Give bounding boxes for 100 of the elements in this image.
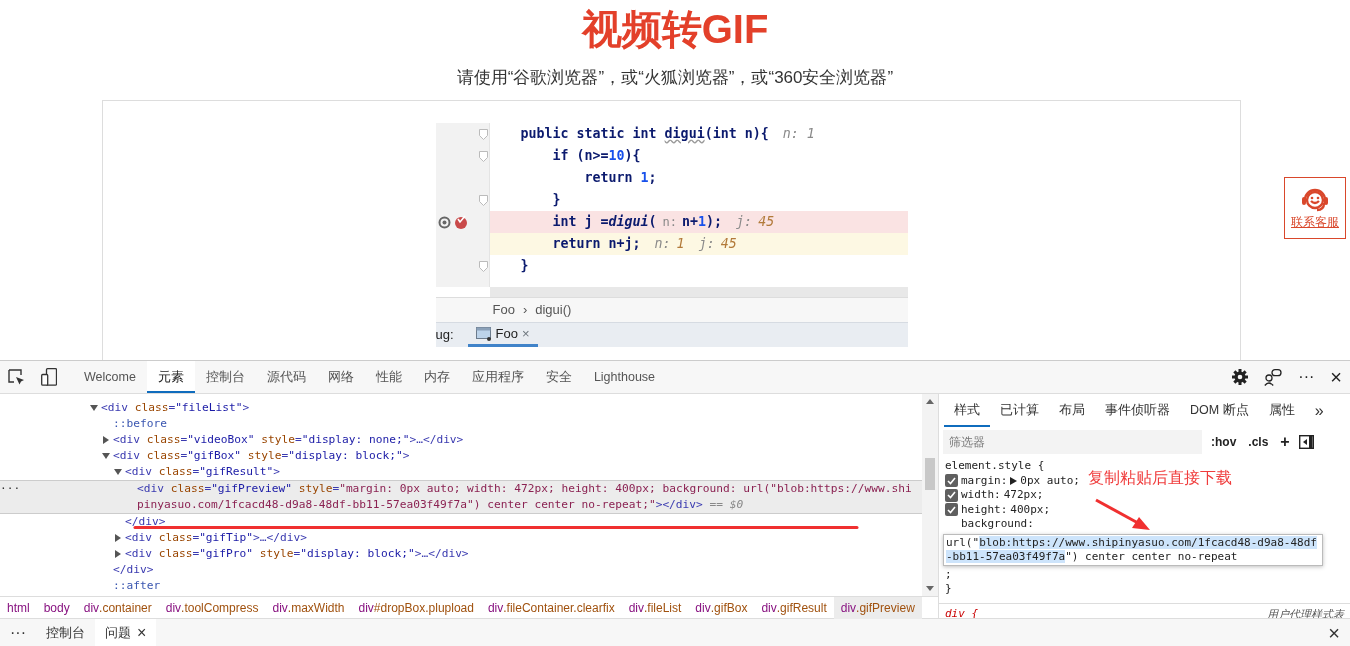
breadcrumb-item[interactable]: html	[0, 596, 37, 619]
styles-tab[interactable]: 已计算	[990, 394, 1049, 427]
devtools-tab[interactable]: 安全	[534, 361, 583, 393]
devtools-tab[interactable]: 控制台	[194, 361, 256, 393]
dom-node[interactable]: <div class="gifPreview" style="margin: 0px auto; width: 472px; height: 400px; background: url("blob:https://www.shipinyasuo.com/1fcacd48-d9a8-48df-bb11-57ea03f49f7a") center center no-repeat;"></div> == $0	[137, 481, 922, 513]
collapsed-arrow-icon[interactable]	[102, 436, 110, 444]
drawer-tab[interactable]: 控制台	[36, 619, 95, 646]
vertical-scrollbar[interactable]	[922, 394, 938, 596]
tab-close[interactable]: ×	[137, 621, 147, 645]
expanded-arrow-icon[interactable]	[114, 468, 122, 476]
code-line: public static int digui(int n){ n: 1	[520, 125, 815, 144]
devtools-tab[interactable]: 性能	[364, 361, 413, 393]
devtools-tab[interactable]: 应用程序	[460, 361, 535, 393]
breadcrumb-item[interactable]: digui()	[535, 300, 572, 320]
collapsed-arrow-icon[interactable]	[114, 550, 122, 558]
horizontal-scrollbar[interactable]	[489, 287, 908, 297]
dom-node[interactable]: <div class="fileList">	[101, 400, 922, 416]
expand-arrow-icon[interactable]	[1010, 476, 1018, 485]
property-name: height:	[961, 502, 1008, 517]
dom-node[interactable]: </div>	[113, 562, 922, 578]
settings-icon[interactable]	[1232, 369, 1249, 385]
breadcrumb-item[interactable]: div.toolCompress	[158, 596, 266, 619]
breadcrumb-item[interactable]: div.fileList	[621, 596, 689, 619]
add-rule-button[interactable]: +	[1277, 430, 1293, 454]
tab-close[interactable]: ×	[522, 323, 530, 344]
annotation-text: 复制粘贴后直接下载	[1088, 468, 1232, 488]
drawer-close-button[interactable]: ×	[1318, 619, 1350, 646]
dom-node[interactable]: ::before	[113, 416, 922, 432]
more-button[interactable]: ···	[1298, 365, 1315, 389]
overflow-button[interactable]: »	[1304, 394, 1334, 427]
annotation-arrow	[1094, 498, 1152, 532]
dom-node[interactable]: ::after	[113, 578, 922, 594]
breakpoint-icon	[453, 215, 468, 229]
breadcrumb-item[interactable]: div.gifResult	[754, 596, 834, 619]
devtools-tab[interactable]: 元素	[146, 361, 195, 393]
value-editor[interactable]: url("blob:https://www.shipinyasuo.com/1fcacd48-d9a8-48df-bb11-57ea03f49f7a") center center no-repeat	[943, 533, 1323, 566]
contact-link[interactable]: 联系客服	[1291, 215, 1339, 229]
rule-close: }	[945, 582, 953, 597]
breadcrumb-item[interactable]: Foo	[492, 300, 515, 320]
drawer-menu-button[interactable]: ···	[0, 619, 36, 646]
tab-label: Foo	[495, 324, 518, 343]
drawer-tab[interactable]: 问题 ×	[95, 619, 157, 646]
styles-tab[interactable]: 布局	[1049, 394, 1095, 427]
browser-notice: 请使用“谷歌浏览器”，或“火狐浏览器”，或“360安全浏览器”	[455, 67, 895, 89]
breadcrumb-item[interactable]: div.container	[76, 596, 159, 619]
window-icon	[475, 326, 492, 341]
property-value: 472px;	[1003, 488, 1044, 503]
breadcrumb-item[interactable]: div#dropBox.plupload	[351, 596, 481, 619]
restart-icon	[437, 215, 451, 229]
filter-field[interactable]: 筛选器	[943, 430, 1202, 454]
property-name: background:	[961, 517, 1034, 532]
scroll-down-icon[interactable]	[926, 586, 934, 591]
class-button[interactable]: .cls	[1245, 433, 1272, 451]
code-line: return 1;	[583, 169, 657, 188]
styles-tab[interactable]: DOM 断点	[1180, 394, 1259, 427]
breadcrumb-separator: ›	[522, 301, 528, 320]
selected-node-row[interactable]	[0, 480, 922, 514]
close-button[interactable]: ×	[1330, 362, 1342, 392]
contact-widget[interactable]: 联系客服	[1284, 177, 1346, 239]
devtools-tab[interactable]: 源代码	[255, 361, 317, 393]
property-value: 0px auto;	[1020, 473, 1080, 488]
property-name: margin:	[961, 473, 1008, 488]
property-checkbox[interactable]	[945, 488, 958, 502]
hover-state-button[interactable]: :hov	[1208, 433, 1240, 451]
breadcrumb-item[interactable]: div.gifPreview	[833, 596, 922, 619]
dom-node[interactable]: <div class="gifBox" style="display: block;">	[113, 448, 922, 464]
breadcrumb-item[interactable]: div.maxWidth	[265, 596, 352, 619]
sidebar-toggle-icon[interactable]	[1298, 435, 1314, 449]
devtools-tab[interactable]: 网络	[316, 361, 365, 393]
dom-node[interactable]: <div class="gifResult">	[125, 464, 922, 480]
styles-tab[interactable]: 样式	[944, 394, 990, 427]
property-checkbox[interactable]	[945, 503, 958, 517]
dom-node[interactable]: <div class="videoBox" style="display: none;">…</div>	[113, 432, 922, 448]
panel-label: ug:	[435, 326, 454, 345]
styles-tab[interactable]: 事件侦听器	[1095, 394, 1180, 427]
dom-node[interactable]: <div class="gifTip">…</div>	[125, 530, 922, 546]
code-line: }	[551, 191, 561, 210]
expanded-arrow-icon[interactable]	[102, 452, 110, 460]
breadcrumb-item[interactable]: div.gifBox	[688, 596, 755, 619]
dom-node[interactable]: <div class="gifPro" style="display: block;">…</div>	[125, 546, 922, 562]
breadcrumb-item[interactable]: body	[36, 596, 77, 619]
device-icon[interactable]	[41, 368, 57, 386]
property-checkbox[interactable]	[945, 474, 958, 488]
devtools-tab[interactable]: 内存	[412, 361, 461, 393]
editor-tab[interactable]: Foo ×	[467, 323, 538, 347]
feedback-icon[interactable]	[1264, 368, 1283, 386]
breadcrumb-item[interactable]: div.fileContainer.clearfix	[480, 596, 622, 619]
rule-punctuation: ;	[945, 567, 953, 582]
expanded-arrow-icon[interactable]	[90, 404, 98, 412]
collapsed-arrow-icon[interactable]	[114, 534, 122, 542]
node-menu-button[interactable]: ···	[0, 481, 21, 497]
devtools-tab[interactable]: Lighthouse	[582, 361, 667, 393]
inspect-icon[interactable]	[8, 368, 25, 386]
scroll-thumb[interactable]	[925, 458, 935, 490]
dom-node[interactable]: </div>	[125, 514, 922, 530]
code-line: if (n>=10){	[551, 147, 641, 166]
styles-tab[interactable]: 属性	[1258, 394, 1305, 427]
page-title: 视频转GIF	[580, 6, 770, 53]
devtools-tab[interactable]: Welcome	[73, 361, 147, 393]
scroll-up-icon[interactable]	[926, 399, 934, 404]
